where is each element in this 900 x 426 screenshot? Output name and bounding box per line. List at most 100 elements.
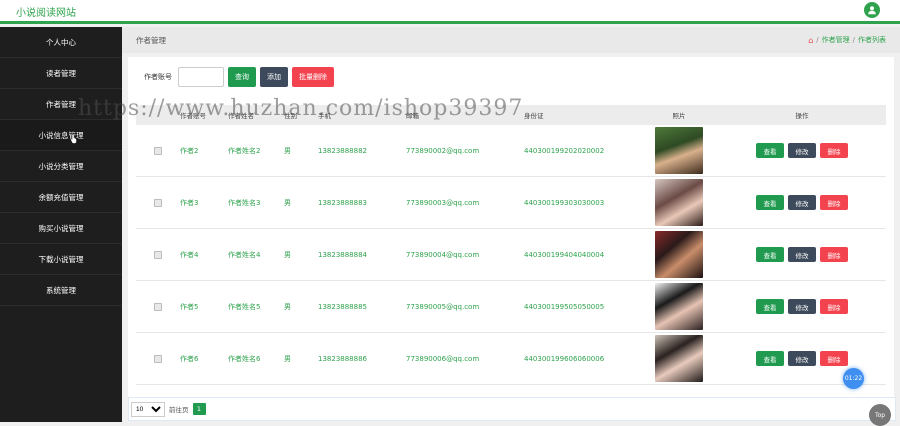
sidebar-item-novel-category-management[interactable]: 小说分类管理 [0, 151, 122, 182]
view-button[interactable]: 查看 [756, 247, 784, 262]
user-avatar[interactable] [864, 2, 880, 18]
cell-idcard: 440300199505050005 [524, 302, 605, 311]
author-account-input[interactable] [178, 67, 224, 87]
sidebar-item-author-management[interactable]: 作者管理 [0, 89, 122, 120]
cell-name: 作者姓名6 [228, 354, 261, 363]
view-button[interactable]: 查看 [756, 195, 784, 210]
breadcrumb-separator: / [816, 36, 819, 44]
query-button[interactable]: 查询 [228, 67, 256, 87]
table-header: 作者账号 作者姓名 性别 手机 邮箱 身份证 照片 操作 [136, 105, 886, 125]
header-sex[interactable]: 性别 [284, 110, 318, 120]
sidebar-item-novel-info-management[interactable]: 小说信息管理 [0, 120, 122, 151]
author-photo[interactable] [655, 283, 703, 330]
sidebar-item-reader-management[interactable]: 读者管理 [0, 58, 122, 89]
author-table: 作者账号 作者姓名 性别 手机 邮箱 身份证 照片 操作 作者2 作者姓名2 男… [136, 105, 886, 385]
cell-email: 773890005@qq.com [406, 302, 480, 311]
breadcrumb-bar: 作者管理 ⌂ / 作者管理 / 作者列表 [122, 27, 900, 53]
edit-button[interactable]: 修改 [788, 351, 816, 366]
pagination: 10 前往页 1 [128, 397, 896, 421]
view-button[interactable]: 查看 [756, 143, 784, 158]
cell-sex: 男 [284, 354, 291, 363]
floating-timer[interactable]: 01:22 [843, 368, 864, 389]
cell-name: 作者姓名2 [228, 146, 261, 155]
header-phone[interactable]: 手机 [318, 110, 406, 120]
header-email[interactable]: 邮箱 [406, 110, 524, 120]
header-name[interactable]: 作者姓名 [228, 110, 284, 120]
sidebar-item-recharge-management[interactable]: 余额充值管理 [0, 182, 122, 213]
row-checkbox[interactable] [154, 198, 162, 207]
edit-button[interactable]: 修改 [788, 195, 816, 210]
hand-cursor-icon [69, 134, 77, 144]
sidebar-item-system-management[interactable]: 系统管理 [0, 275, 122, 306]
search-row: 作者账号 查询 添加 批量删除 [144, 67, 334, 87]
header-idcard[interactable]: 身份证 [524, 110, 640, 120]
back-to-top-button[interactable]: Top [869, 404, 891, 426]
cell-email: 773890004@qq.com [406, 250, 480, 259]
content-panel: 作者账号 查询 添加 批量删除 作者账号 作者姓名 性别 手机 邮箱 身份证 照… [128, 57, 894, 417]
breadcrumb-item-author-management[interactable]: 作者管理 [822, 35, 850, 45]
sidebar-item-download-management[interactable]: 下载小说管理 [0, 244, 122, 275]
cell-phone: 13823888882 [318, 146, 367, 155]
cell-sex: 男 [284, 250, 291, 259]
cell-phone: 13823888883 [318, 198, 367, 207]
cell-account: 作者6 [180, 354, 199, 363]
cell-email: 773890003@qq.com [406, 198, 480, 207]
cell-sex: 男 [284, 302, 291, 311]
batch-delete-button[interactable]: 批量删除 [292, 67, 334, 87]
goto-page-label: 前往页 [169, 406, 189, 414]
delete-button[interactable]: 删除 [820, 143, 848, 158]
cell-idcard: 440300199202020002 [524, 146, 605, 155]
cell-phone: 13823888885 [318, 302, 367, 311]
sidebar-item-purchase-management[interactable]: 购买小说管理 [0, 213, 122, 244]
site-title[interactable]: 小说阅读网站 [16, 4, 76, 19]
main-content: 作者管理 ⌂ / 作者管理 / 作者列表 作者账号 查询 添加 批量删除 作者账… [122, 27, 900, 422]
breadcrumb-separator: / [852, 36, 855, 44]
table-row: 作者4 作者姓名4 男 13823888884 773890004@qq.com… [136, 229, 886, 281]
cell-name: 作者姓名5 [228, 302, 261, 311]
cell-name: 作者姓名3 [228, 198, 261, 207]
table-row: 作者6 作者姓名6 男 13823888886 773890006@qq.com… [136, 333, 886, 385]
edit-button[interactable]: 修改 [788, 143, 816, 158]
cell-idcard: 440300199606060006 [524, 354, 605, 363]
cell-email: 773890006@qq.com [406, 354, 480, 363]
cell-name: 作者姓名4 [228, 250, 261, 259]
author-photo[interactable] [655, 231, 703, 278]
view-button[interactable]: 查看 [756, 351, 784, 366]
author-photo[interactable] [655, 127, 703, 174]
breadcrumb: ⌂ / 作者管理 / 作者列表 [808, 35, 886, 45]
header-account[interactable]: 作者账号 [180, 110, 228, 120]
current-page-number[interactable]: 1 [192, 403, 206, 415]
cell-phone: 13823888884 [318, 250, 367, 259]
cell-sex: 男 [284, 198, 291, 207]
row-checkbox[interactable] [154, 250, 162, 259]
sidebar-item-personal-center[interactable]: 个人中心 [0, 27, 122, 58]
page-size-select[interactable]: 10 [131, 401, 165, 417]
add-button[interactable]: 添加 [260, 67, 288, 87]
cell-idcard: 440300199303030003 [524, 198, 605, 207]
cell-account: 作者4 [180, 250, 199, 259]
view-button[interactable]: 查看 [756, 299, 784, 314]
edit-button[interactable]: 修改 [788, 247, 816, 262]
row-checkbox[interactable] [154, 146, 162, 155]
table-row: 作者3 作者姓名3 男 13823888883 773890003@qq.com… [136, 177, 886, 229]
cell-account: 作者2 [180, 146, 199, 155]
author-photo[interactable] [655, 179, 703, 226]
delete-button[interactable]: 删除 [820, 247, 848, 262]
header-actions: 操作 [795, 112, 809, 120]
row-checkbox[interactable] [154, 354, 162, 363]
delete-button[interactable]: 删除 [820, 195, 848, 210]
table-row: 作者5 作者姓名5 男 13823888885 773890005@qq.com… [136, 281, 886, 333]
row-checkbox[interactable] [154, 302, 162, 311]
cell-account: 作者3 [180, 198, 199, 207]
cell-phone: 13823888886 [318, 354, 367, 363]
home-icon[interactable]: ⌂ [808, 36, 813, 45]
author-photo[interactable] [655, 335, 703, 382]
cell-sex: 男 [284, 146, 291, 155]
page-title: 作者管理 [136, 36, 166, 45]
cell-account: 作者5 [180, 302, 199, 311]
user-icon [868, 6, 876, 15]
delete-button[interactable]: 删除 [820, 351, 848, 366]
delete-button[interactable]: 删除 [820, 299, 848, 314]
sidebar: 个人中心 读者管理 作者管理 小说信息管理 小说分类管理 余额充值管理 购买小说… [0, 27, 122, 422]
edit-button[interactable]: 修改 [788, 299, 816, 314]
